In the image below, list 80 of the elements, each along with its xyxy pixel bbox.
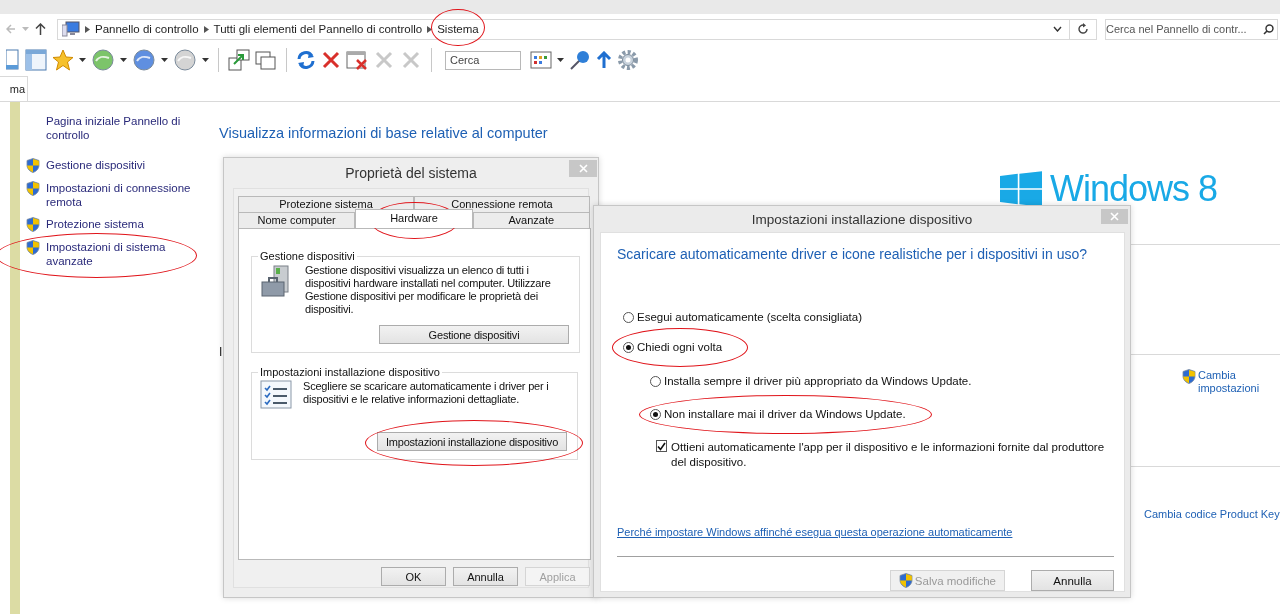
settings-link[interactable]: Cambia impostazioni <box>1198 369 1260 395</box>
sidebar-link[interactable]: Protezione sistema <box>46 217 191 231</box>
dialog-tab[interactable]: Nome computer <box>238 212 356 228</box>
windows-logo-icon <box>1000 171 1042 207</box>
settings-button[interactable]: Gestione dispositivi <box>379 325 569 344</box>
checkbox[interactable] <box>656 440 667 452</box>
caret-icon[interactable] <box>202 58 209 62</box>
chevron-icon <box>203 25 209 33</box>
caret-icon[interactable] <box>161 58 168 62</box>
group-description: Scegliere se scaricare automaticamente i driver per i dispositivi e le relative informazioni dettagliate. <box>303 380 550 407</box>
page-icon[interactable] <box>6 49 20 71</box>
up-arrow-icon[interactable] <box>35 23 46 35</box>
help-link[interactable]: Perché impostare Windows affinché esegua questa operazione automaticamente <box>617 526 1013 538</box>
shield-icon <box>26 217 40 232</box>
dialog-tab[interactable]: Hardware <box>355 209 473 228</box>
search-field[interactable]: Cerca <box>445 50 521 70</box>
group-title: Impostazioni installazione dispositivo <box>259 366 441 378</box>
group-description: Gestione dispositivi visualizza un elenco di tutti i dispositivi hardware installati nel computer. Utilizzare Gestione dispositivi per modificare le proprietà dei dispositivi. <box>305 264 552 316</box>
radio-button[interactable] <box>650 375 661 387</box>
option-label: Chiedi ogni volta <box>637 341 723 353</box>
sidebar-link[interactable]: Impostazioni di sistema avanzate <box>46 240 191 268</box>
shield-icon <box>26 181 40 196</box>
search-icon[interactable] <box>1263 23 1274 35</box>
page-heading: Visualizza informazioni di base relative al computer <box>219 125 549 141</box>
option-label: Non installare mai il driver da Windows Update. <box>664 408 906 420</box>
window-close-icon[interactable] <box>346 49 368 71</box>
search-field[interactable]: Cerca nel Pannello di contr... <box>1105 18 1278 40</box>
checkbox-label: Ottieni automaticamente l'app per il dispositivo e le informazioni fornite dal produttore del dispositivo. <box>671 440 1106 470</box>
radio-button[interactable] <box>623 341 634 353</box>
option-label: Esegui automaticamente (scelta consigliata) <box>637 311 862 323</box>
caret-icon[interactable] <box>120 58 127 62</box>
up-arrow-icon[interactable] <box>596 51 612 69</box>
dialog-button[interactable]: Annulla <box>1031 570 1114 591</box>
window-arrow-icon[interactable] <box>228 49 250 71</box>
shield-icon <box>26 240 40 255</box>
shield-icon <box>26 158 40 173</box>
dialog-button[interactable]: OK <box>381 567 446 586</box>
dialog-button[interactable]: Annulla <box>453 567 518 586</box>
caret-icon[interactable] <box>79 58 86 62</box>
dialog-question: Scaricare automaticamente driver e icone realistiche per i dispositivi in uso? <box>617 246 1088 262</box>
view-options-icon[interactable] <box>530 50 552 70</box>
dropdown-icon[interactable] <box>1052 26 1062 32</box>
chevron-icon <box>85 25 90 33</box>
refresh-icon[interactable] <box>296 50 316 70</box>
tab[interactable]: ma <box>0 76 28 101</box>
caret-icon[interactable] <box>557 58 564 62</box>
sidebar-link[interactable]: Gestione dispositivi <box>46 158 191 172</box>
refresh-icon[interactable] <box>1077 23 1089 35</box>
settings-link[interactable]: Cambia codice Product Key <box>1144 508 1280 521</box>
chevron-icon <box>427 25 433 33</box>
gear-icon[interactable] <box>617 49 639 71</box>
option-label: Installa sempre il driver più appropriato da Windows Update. <box>664 375 972 387</box>
home-link[interactable]: Pagina iniziale Pannello di controllo <box>46 114 196 142</box>
dialog-title: Impostazioni installazione dispositivo <box>751 211 973 227</box>
dialog-tab[interactable]: Avanzate <box>472 212 590 228</box>
close-icon[interactable] <box>321 50 341 70</box>
globe-icon[interactable] <box>132 48 156 72</box>
pin-icon[interactable] <box>569 49 591 71</box>
breadcrumb-link[interactable]: Tutti gli elementi del Pannello di controllo <box>213 23 423 35</box>
computer-icon <box>62 21 80 37</box>
breadcrumb-link[interactable]: Sistema <box>437 23 479 35</box>
radio-button[interactable] <box>650 408 661 420</box>
close-icon <box>578 164 588 173</box>
heading-fragment: I <box>219 345 223 359</box>
star-icon[interactable] <box>52 49 74 71</box>
globe-icon[interactable] <box>91 48 115 72</box>
sidebar-link[interactable]: Impostazioni di connessione remota <box>46 181 191 209</box>
globe-icon[interactable] <box>173 48 197 72</box>
dialog-tab[interactable]: Connessione remota <box>414 196 590 212</box>
group-title: Gestione dispositivi <box>259 250 356 262</box>
settings-button[interactable]: Impostazioni installazione dispositivo <box>377 432 567 451</box>
close-icon <box>1110 212 1119 221</box>
checklist-icon <box>260 380 294 410</box>
breadcrumb-link[interactable]: Pannello di controllo <box>95 23 199 35</box>
logo-text: Windows 8 <box>1050 168 1218 210</box>
check-icon <box>657 441 666 451</box>
dialog-tab[interactable]: Protezione sistema <box>238 196 414 212</box>
dialog-title: Proprietà del sistema <box>345 165 477 181</box>
windows-icon[interactable] <box>255 49 277 71</box>
radio-button[interactable] <box>623 311 634 323</box>
